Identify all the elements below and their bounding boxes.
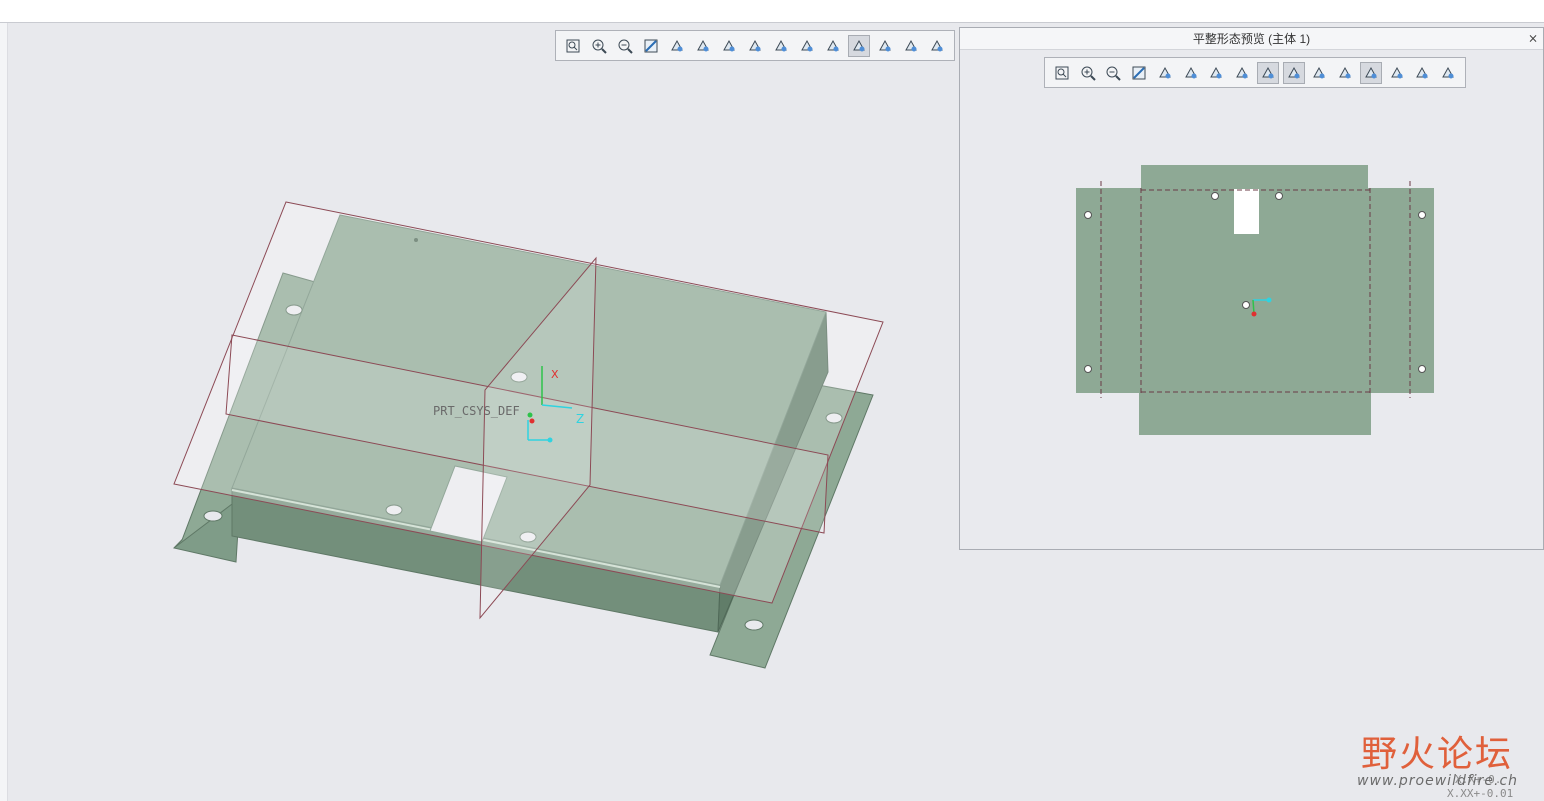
display-style-icon (671, 39, 683, 51)
refit-button[interactable] (562, 35, 584, 57)
csys-display-button[interactable] (848, 34, 870, 57)
repaint-button[interactable] (640, 35, 662, 57)
datum-display-filter-button[interactable] (796, 35, 818, 57)
zoom-in-icon (592, 39, 607, 54)
zoom-in-button[interactable] (588, 35, 610, 57)
flat-bottom-tab (1139, 392, 1371, 435)
forum-watermark: 野火论坛 X.X+-0. www.proewildfire.ch X.XX+-0… (1355, 715, 1530, 800)
flat-slot (1234, 189, 1259, 234)
display-style-button[interactable] (666, 35, 688, 57)
hole (744, 619, 764, 631)
spin-center-button[interactable] (744, 35, 766, 57)
planes-display-icon (879, 39, 891, 51)
repaint-icon (644, 39, 658, 52)
saved-orientations-icon (697, 39, 709, 51)
axis-z-label: Z (576, 412, 584, 426)
points-display-button[interactable] (900, 35, 922, 57)
planes-display-button[interactable] (874, 35, 896, 57)
flat-preview-panel: 平整形态预览 (主体 1) ⨯ (959, 27, 1544, 550)
csys-label: PRT_CSYS_DEF (433, 404, 520, 418)
annotation-display-button[interactable] (822, 35, 844, 57)
refit-icon (566, 39, 580, 52)
watermark-overlay-2: X.XX+-0.01 (1447, 787, 1514, 800)
csys-display-icon (853, 39, 865, 51)
spin-center-icon (749, 39, 761, 51)
zoom-out-icon (618, 39, 633, 54)
flat-top-tab (1141, 165, 1368, 189)
hole (203, 510, 223, 522)
axis-x-label: X (551, 368, 559, 381)
sections-button[interactable] (926, 35, 948, 57)
named-views-icon (723, 39, 735, 51)
named-views-button[interactable] (718, 35, 740, 57)
annotation-display-icon (827, 39, 839, 51)
flat-pattern-view[interactable] (960, 28, 1544, 548)
view-manager-button[interactable] (770, 35, 792, 57)
datum-display-filter-icon (801, 39, 813, 51)
points-display-icon (905, 39, 917, 51)
saved-orientations-button[interactable] (692, 35, 714, 57)
zoom-out-button[interactable] (614, 35, 636, 57)
sections-icon (931, 39, 943, 51)
watermark-title: 野火论坛 (1361, 734, 1514, 775)
graphics-toolbar (555, 30, 955, 61)
view-manager-icon (775, 39, 787, 51)
